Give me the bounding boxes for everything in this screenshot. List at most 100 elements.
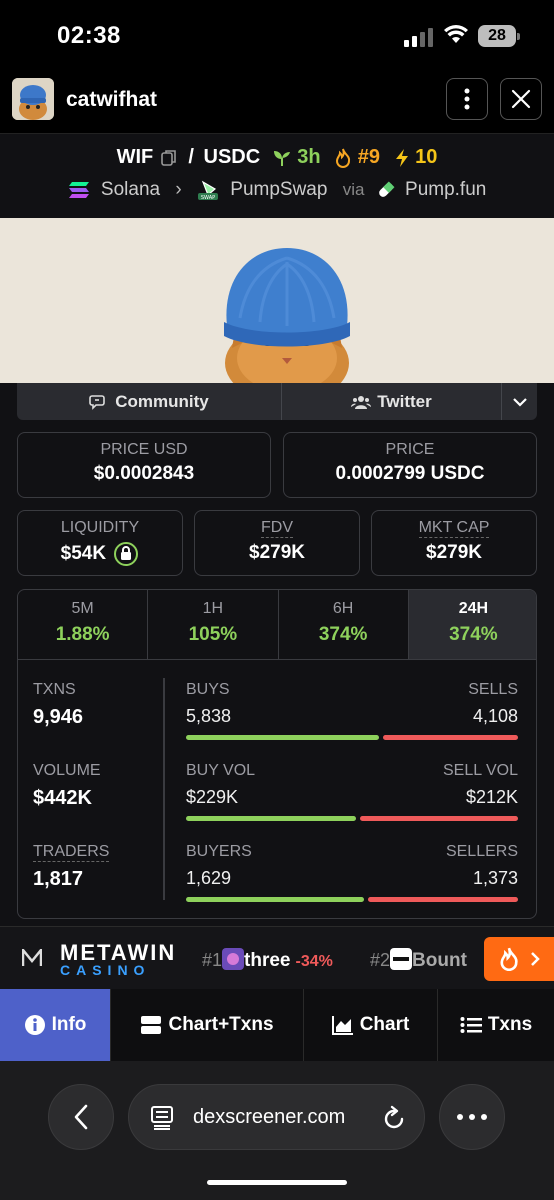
trending-ticker: METAWIN CASINO #1 three -34% #2 Bount: [0, 926, 554, 989]
sell-vol-value: $212K: [465, 787, 518, 807]
lightning-icon: [395, 148, 408, 167]
token-logo-icon: [390, 948, 413, 970]
price-usd-card: PRICE USD $0.0002843: [17, 432, 271, 498]
boost-count: 10: [415, 146, 438, 169]
ticker-token-name: three: [244, 950, 291, 971]
metawin-logo-icon: [22, 949, 42, 966]
fire-icon: [500, 947, 518, 971]
timeframe-6h[interactable]: 6H 374%: [279, 590, 409, 659]
chevron-down-icon: [512, 397, 527, 407]
svg-text:SWAP: SWAP: [201, 195, 215, 201]
timeframe-24h[interactable]: 24H 374%: [408, 590, 536, 659]
token-logo-icon: [222, 948, 245, 970]
pair-age: 3h: [297, 146, 321, 169]
txns-label: TXNS: [33, 681, 76, 698]
ticker-token-name: Bount: [412, 950, 467, 971]
liquidity-label: LIQUIDITY: [60, 519, 140, 536]
chat-icon: [89, 394, 106, 410]
ticker-item-1[interactable]: #1 three -34%: [202, 948, 333, 972]
sells-value: 4,108: [472, 706, 518, 726]
sells-label: SELLS: [468, 681, 518, 698]
close-icon: [511, 89, 531, 109]
quote-token: USDC: [203, 146, 261, 169]
social-links-bar: Community Twitter: [17, 383, 537, 420]
tab-label: Chart+Txns: [168, 1014, 274, 1035]
dex-name[interactable]: PumpSwap: [230, 179, 327, 200]
fdv-label[interactable]: FDV: [261, 519, 293, 538]
tab-chart[interactable]: Chart: [304, 989, 438, 1061]
sellers-bar: [368, 897, 518, 902]
market-cap-value: $279K: [426, 541, 482, 563]
price-change: 1.88%: [55, 624, 110, 645]
chain-name[interactable]: Solana: [101, 179, 160, 200]
txns-value: 9,946: [33, 706, 84, 728]
launchpad-name[interactable]: Pump.fun: [405, 179, 486, 200]
address-bar[interactable]: dexscreener.com: [128, 1084, 425, 1150]
timeframe-label: 5M: [71, 600, 94, 617]
market-cap-label[interactable]: MKT CAP: [418, 519, 490, 538]
browser-menu-button[interactable]: [439, 1084, 505, 1150]
page-icon: [151, 1106, 173, 1130]
sponsor-subtitle: CASINO: [60, 962, 151, 978]
price-usd-value: $0.0002843: [93, 463, 195, 484]
fdv-card: FDV $279K: [194, 510, 360, 576]
price-label: PRICE: [385, 441, 435, 458]
token-stats-panel: Community Twitter PRICE USD $0.0002843 P…: [0, 383, 554, 926]
price-change: 374%: [449, 624, 498, 645]
status-bar: 02:38 28: [0, 0, 554, 70]
traders-label[interactable]: TRADERS: [33, 843, 110, 862]
twitter-label: Twitter: [377, 391, 432, 411]
timeframe-5m[interactable]: 5M 1.88%: [18, 590, 149, 659]
chain-row: Solana › SWAP PumpSwap via Pump.fun: [0, 179, 554, 201]
bottom-tab-bar: Info Chart+Txns Chart Txns: [0, 989, 554, 1061]
vertical-dots-icon: [464, 88, 470, 110]
tab-txns[interactable]: Txns: [438, 989, 554, 1061]
sell-vol-bar: [360, 816, 518, 821]
ticker-rank: #1: [202, 950, 223, 970]
tab-label: Txns: [487, 1014, 533, 1035]
close-button[interactable]: [500, 78, 542, 120]
sells-bar: [383, 735, 518, 740]
tab-label: Info: [51, 1014, 87, 1035]
fdv-value: $279K: [249, 541, 305, 563]
timeframe-selector: 5M 1.88% 1H 105% 6H 374% 24H 374%: [18, 590, 536, 660]
seedling-icon: [273, 150, 290, 166]
token-banner-image: [0, 218, 554, 383]
timeframe-label: 1H: [202, 600, 224, 617]
price-change: 374%: [318, 624, 368, 645]
price-change: 105%: [188, 624, 238, 645]
chevron-left-icon: [74, 1104, 88, 1130]
token-avatar: [12, 78, 54, 120]
token-name: catwifhat: [66, 88, 158, 111]
reload-icon[interactable]: [382, 1105, 406, 1131]
list-icon: [460, 1017, 482, 1033]
pumpswap-icon: SWAP: [197, 180, 218, 201]
split-view-icon: [141, 1016, 162, 1034]
buyers-label: BUYERS: [186, 843, 252, 860]
price-quote-card: PRICE 0.0002799 USDC: [283, 432, 537, 498]
timeframe-1h[interactable]: 1H 105%: [148, 590, 279, 659]
buy-vol-value: $229K: [186, 787, 239, 807]
more-options-button[interactable]: [446, 78, 488, 120]
lock-icon[interactable]: [113, 541, 139, 567]
home-indicator[interactable]: [207, 1180, 347, 1185]
base-token: WIF: [116, 146, 154, 169]
more-links-toggle[interactable]: [502, 383, 537, 420]
community-link[interactable]: Community: [17, 383, 282, 420]
back-button[interactable]: [48, 1084, 114, 1150]
ticker-item-2[interactable]: #2 Bount: [370, 948, 467, 972]
traders-value: 1,817: [33, 868, 84, 890]
twitter-link[interactable]: Twitter: [282, 383, 502, 420]
sellers-label: SELLERS: [445, 843, 518, 860]
sell-vol-label: SELL VOL: [442, 762, 518, 779]
fire-icon: [336, 148, 351, 168]
tab-chart-txns[interactable]: Chart+Txns: [111, 989, 304, 1061]
pair-title-row: WIF / USDC 3h #9 10: [0, 146, 554, 169]
liquidity-value: $54K: [60, 543, 107, 564]
battery-indicator: 28: [478, 25, 520, 47]
trending-expand-button[interactable]: [484, 937, 554, 981]
copy-icon[interactable]: [161, 149, 177, 167]
horizontal-dots-icon: [457, 1114, 487, 1120]
tab-info[interactable]: Info: [0, 989, 111, 1061]
area-chart-icon: [331, 1016, 353, 1035]
